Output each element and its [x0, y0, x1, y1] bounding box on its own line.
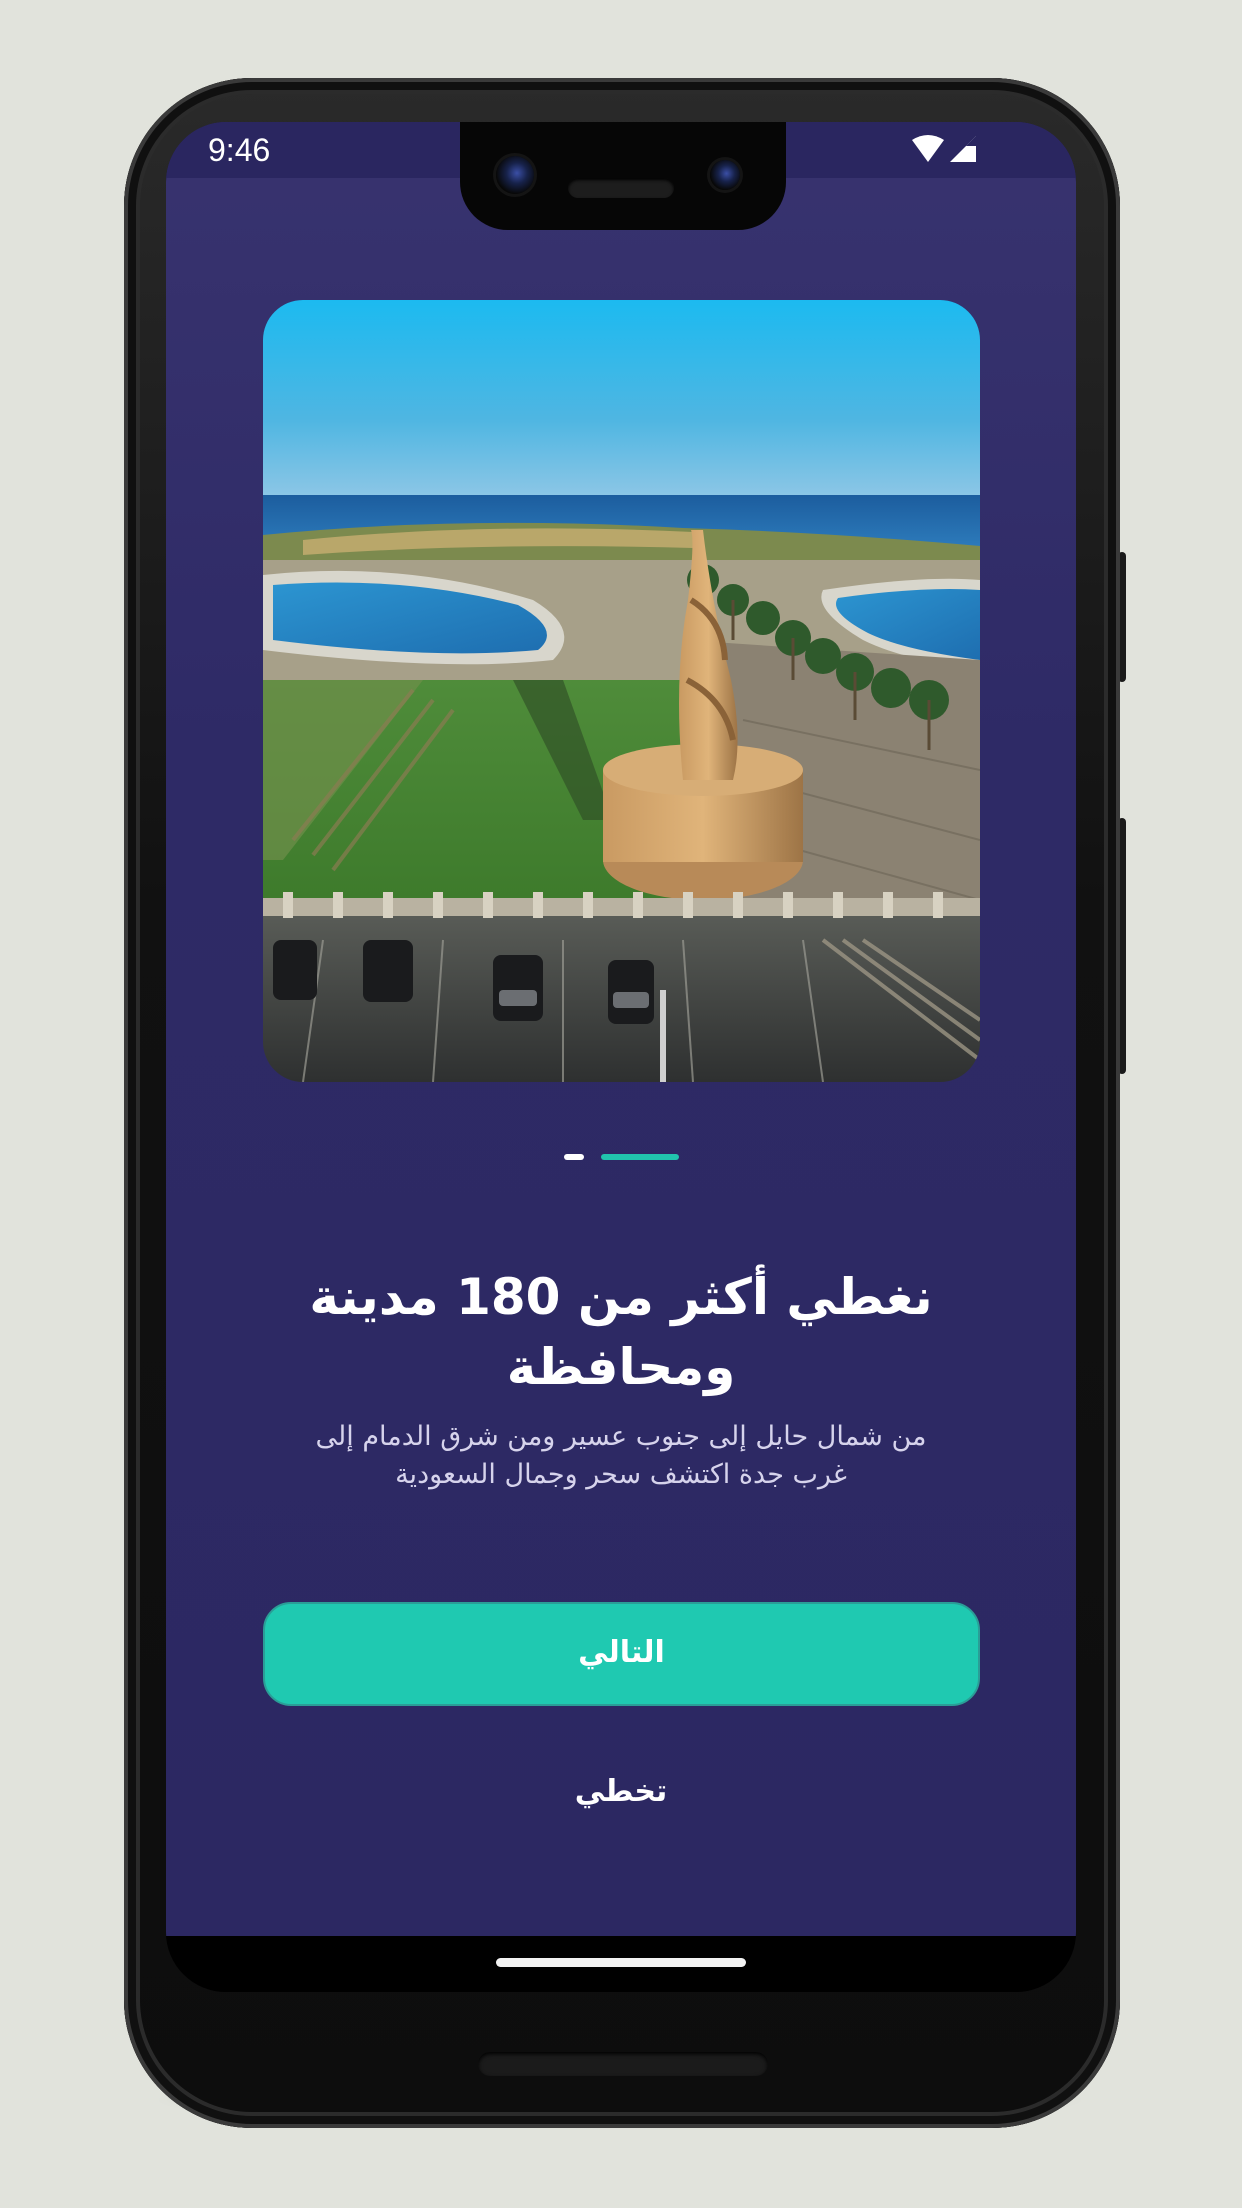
front-camera-icon — [496, 156, 534, 194]
onboarding-screen: 9:46 نغطي أكثر من 180 مدينة ومحافظة من ش… — [166, 122, 1076, 1936]
stage: 9:46 نغطي أكثر من 180 مدينة ومحافظة من ش… — [0, 0, 1242, 2208]
cellular-signal-icon — [950, 136, 976, 162]
pager-dot-1 — [564, 1154, 584, 1160]
next-button[interactable]: التالي — [263, 1602, 980, 1706]
onboarding-subtitle: من شمال حايل إلى جنوب عسير ومن شرق الدما… — [315, 1421, 927, 1490]
earpiece-speaker — [568, 178, 674, 198]
bottom-speaker-grille — [478, 2052, 768, 2076]
camera-notch — [460, 122, 786, 230]
front-sensor-icon — [710, 160, 740, 190]
hero-image — [263, 300, 980, 1082]
system-nav-bar — [166, 1936, 1076, 1992]
status-icons — [912, 135, 976, 162]
status-time: 9:46 — [208, 132, 271, 168]
wifi-icon — [912, 135, 944, 162]
phone-screen: 9:46 نغطي أكثر من 180 مدينة ومحافظة من ش… — [166, 122, 1076, 1992]
onboarding-title: نغطي أكثر من 180 مدينة ومحافظة — [309, 1268, 933, 1396]
home-indicator[interactable] — [496, 1958, 746, 1967]
skip-button[interactable]: تخطي — [521, 1762, 721, 1822]
pager-dot-2-active — [601, 1154, 679, 1160]
